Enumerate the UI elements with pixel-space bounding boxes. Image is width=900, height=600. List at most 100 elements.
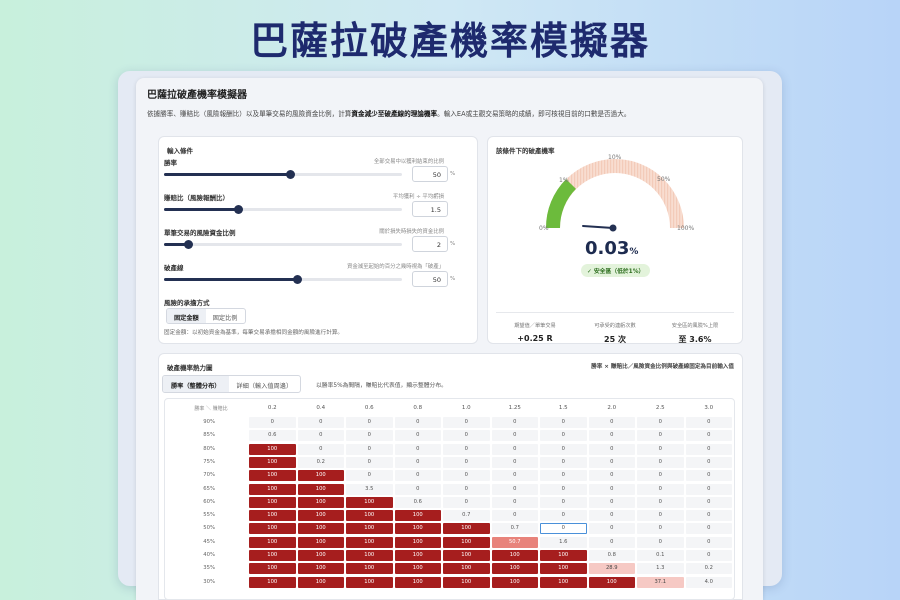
heatmap-cell[interactable]: 0 (588, 483, 635, 495)
heatmap-cell[interactable]: 0 (637, 510, 684, 522)
input-slider[interactable] (164, 205, 402, 214)
input-number-field[interactable]: 50 (412, 166, 448, 182)
heatmap-cell[interactable]: 100 (249, 576, 296, 588)
heatmap-cell[interactable]: 100 (346, 510, 393, 522)
heatmap-cell[interactable]: 0 (540, 523, 587, 535)
heatmap-cell[interactable]: 0 (685, 483, 732, 495)
slider-handle[interactable] (293, 275, 303, 284)
heatmap-cell[interactable]: 100 (297, 496, 344, 508)
input-slider[interactable] (164, 275, 402, 284)
heatmap-cell[interactable]: 100 (297, 563, 344, 575)
slider-handle[interactable] (233, 205, 243, 214)
heatmap-cell[interactable]: 0 (346, 443, 393, 455)
heatmap-cell[interactable]: 1.3 (637, 563, 684, 575)
heatmap-cell[interactable]: 0 (540, 417, 587, 428)
heatmap-cell[interactable]: 100 (394, 523, 441, 535)
heatmap-cell[interactable]: 100 (443, 523, 490, 535)
heatmap-cell[interactable]: 0.8 (588, 550, 635, 561)
slider-handle[interactable] (183, 240, 193, 249)
heatmap-cell[interactable]: 100 (443, 563, 490, 575)
heatmap-cell[interactable]: 0 (249, 417, 296, 428)
tab-detail-around-input[interactable]: 詳細（輸入值周邊） (229, 376, 301, 392)
heatmap-cell[interactable]: 0 (588, 496, 635, 508)
input-slider[interactable] (164, 240, 402, 249)
heatmap-cell[interactable]: 0.2 (685, 563, 732, 575)
heatmap-cell[interactable]: 0 (297, 443, 344, 455)
heatmap-cell[interactable]: 100 (491, 563, 538, 575)
heatmap-cell[interactable]: 0 (394, 417, 441, 428)
heatmap-cell[interactable]: 0 (637, 470, 684, 482)
heatmap-cell[interactable]: 100 (249, 563, 296, 575)
heatmap-cell[interactable]: 0 (637, 417, 684, 428)
heatmap-cell[interactable]: 0 (637, 483, 684, 495)
heatmap-cell[interactable]: 0 (685, 510, 732, 522)
heatmap-cell[interactable]: 100 (297, 483, 344, 495)
heatmap-cell[interactable]: 0 (394, 456, 441, 468)
heatmap-cell[interactable]: 0 (394, 430, 441, 442)
heatmap-cell[interactable]: 0 (685, 470, 732, 482)
heatmap-cell[interactable]: 28.9 (588, 563, 635, 575)
heatmap-cell[interactable]: 0.2 (297, 456, 344, 468)
heatmap-cell[interactable]: 0 (540, 456, 587, 468)
heatmap-cell[interactable]: 0 (588, 523, 635, 535)
heatmap-cell[interactable]: 100 (249, 470, 296, 482)
heatmap-cell[interactable]: 0 (540, 483, 587, 495)
heatmap-cell[interactable]: 0 (540, 430, 587, 442)
heatmap-cell[interactable]: 100 (491, 550, 538, 561)
heatmap-cell[interactable]: 0 (588, 430, 635, 442)
input-number-field[interactable]: 1.5 (412, 201, 448, 217)
heatmap-cell[interactable]: 0 (346, 430, 393, 442)
heatmap-cell[interactable]: 0 (588, 510, 635, 522)
heatmap-cell[interactable]: 0.7 (491, 523, 538, 535)
heatmap-cell[interactable]: 100 (346, 496, 393, 508)
heatmap-cell[interactable]: 0 (685, 496, 732, 508)
heatmap-cell[interactable]: 0 (297, 430, 344, 442)
heatmap-cell[interactable]: 0 (637, 456, 684, 468)
input-number-field[interactable]: 2 (412, 236, 448, 252)
heatmap-cell[interactable]: 0.6 (249, 430, 296, 442)
heatmap-cell[interactable]: 0 (685, 417, 732, 428)
heatmap-cell[interactable]: 0 (540, 510, 587, 522)
heatmap-cell[interactable]: 0 (346, 417, 393, 428)
heatmap-cell[interactable]: 0 (540, 443, 587, 455)
heatmap-cell[interactable]: 0 (491, 456, 538, 468)
heatmap-cell[interactable]: 0 (491, 510, 538, 522)
heatmap-cell[interactable]: 0 (491, 496, 538, 508)
heatmap-cell[interactable]: 100 (297, 510, 344, 522)
heatmap-cell[interactable]: 100 (297, 470, 344, 482)
heatmap-cell[interactable]: 0 (685, 443, 732, 455)
heatmap-cell[interactable]: 0 (394, 443, 441, 455)
heatmap-cell[interactable]: 0 (491, 430, 538, 442)
heatmap-cell[interactable]: 100 (443, 536, 490, 548)
heatmap-cell[interactable]: 100 (249, 443, 296, 455)
heatmap-cell[interactable]: 0 (588, 536, 635, 548)
heatmap-cell[interactable]: 100 (394, 536, 441, 548)
mode-fixed-ratio[interactable]: 固定比例 (206, 309, 245, 323)
input-number-field[interactable]: 50 (412, 271, 448, 287)
slider-handle[interactable] (286, 170, 296, 179)
heatmap-cell[interactable]: 0 (588, 417, 635, 428)
heatmap-cell[interactable]: 0 (637, 496, 684, 508)
heatmap-cell[interactable]: 100 (346, 536, 393, 548)
heatmap-cell[interactable]: 0 (637, 430, 684, 442)
heatmap-cell[interactable]: 100 (346, 576, 393, 588)
heatmap-cell[interactable]: 100 (249, 483, 296, 495)
heatmap-cell[interactable]: 0 (685, 456, 732, 468)
heatmap-cell[interactable]: 100 (297, 576, 344, 588)
heatmap-cell[interactable]: 0 (588, 470, 635, 482)
input-slider[interactable] (164, 170, 402, 179)
heatmap-cell[interactable]: 100 (491, 576, 538, 588)
heatmap-cell[interactable]: 100 (394, 563, 441, 575)
heatmap-cell[interactable]: 1.6 (540, 536, 587, 548)
heatmap-cell[interactable]: 37.1 (637, 576, 684, 588)
heatmap-cell[interactable]: 3.5 (346, 483, 393, 495)
heatmap-cell[interactable]: 0 (297, 417, 344, 428)
heatmap-cell[interactable]: 0 (394, 483, 441, 495)
heatmap-cell[interactable]: 100 (297, 523, 344, 535)
heatmap-cell[interactable]: 50.7 (491, 536, 538, 548)
heatmap-cell[interactable]: 100 (540, 563, 587, 575)
heatmap-cell[interactable]: 100 (540, 576, 587, 588)
heatmap-cell[interactable]: 0 (443, 496, 490, 508)
tab-winrate-overview[interactable]: 勝率（整體分布） (163, 376, 229, 392)
heatmap-cell[interactable]: 100 (249, 456, 296, 468)
